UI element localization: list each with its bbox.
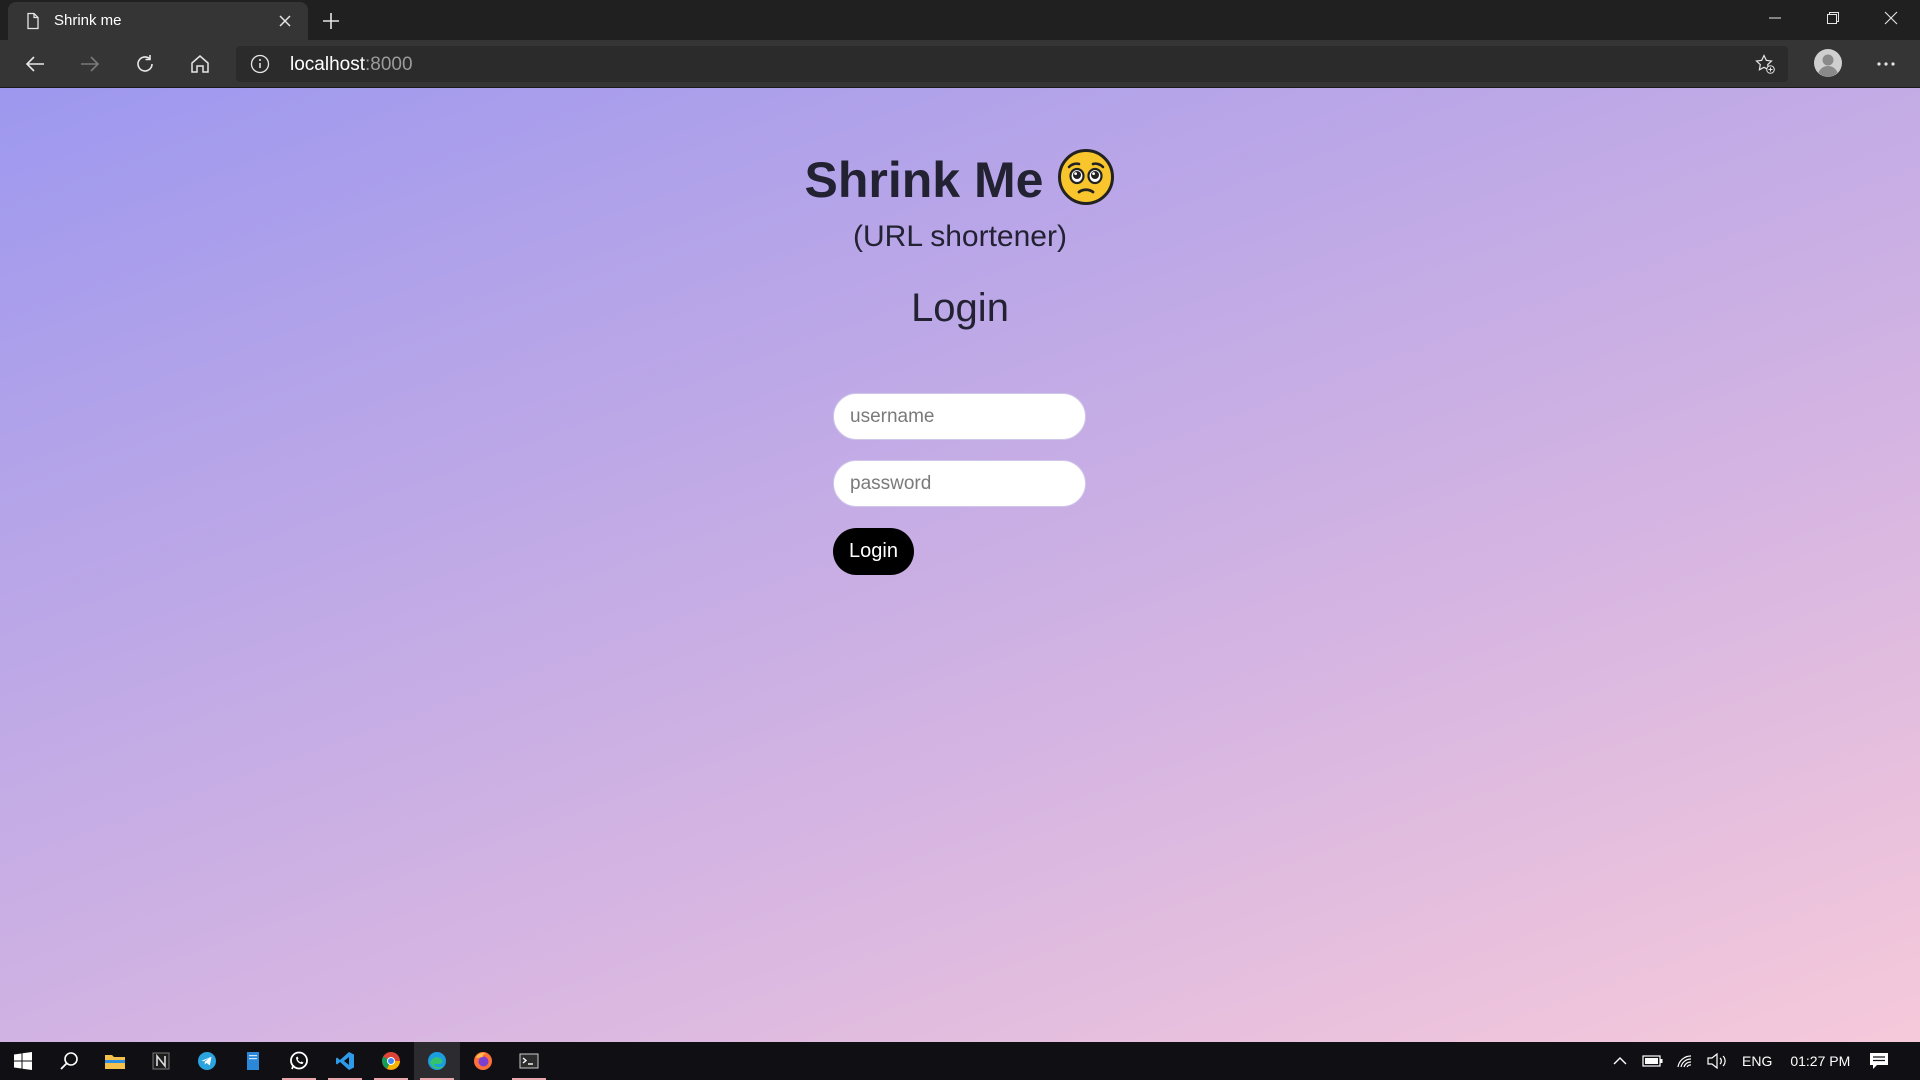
windows-logo-icon [14, 1052, 32, 1070]
taskbar-app-file-explorer[interactable] [92, 1042, 138, 1080]
taskbar-app-edge[interactable] [414, 1042, 460, 1080]
chrome-icon [382, 1052, 400, 1070]
password-input[interactable] [833, 460, 1086, 507]
ellipsis-icon [1877, 62, 1895, 66]
new-tab-icon[interactable] [318, 8, 344, 34]
taskbar-app-firefox[interactable] [460, 1042, 506, 1080]
login-heading: Login [911, 286, 1009, 330]
browser-toolbar: localhost:8000 [0, 40, 1920, 88]
profile-avatar-icon[interactable] [1813, 48, 1843, 78]
refresh-button[interactable] [131, 50, 159, 78]
refresh-icon [137, 55, 153, 72]
clock[interactable]: 01:27 PM [1790, 1053, 1850, 1069]
system-tray: ENG 01:27 PM [1612, 1042, 1850, 1080]
terminal-icon [519, 1053, 539, 1069]
pleading-face-icon [1058, 149, 1115, 205]
telegram-icon [198, 1052, 216, 1070]
browser-tab-strip: Shrink me [0, 0, 1920, 40]
chevron-up-icon[interactable] [1612, 1053, 1628, 1069]
notepad-icon [247, 1052, 259, 1070]
taskbar: ENG 01:27 PM [0, 1042, 1920, 1080]
folder-icon [105, 1055, 125, 1069]
search-icon [60, 1052, 78, 1070]
restore-button[interactable] [1804, 0, 1862, 36]
taskbar-app-chrome[interactable] [368, 1042, 414, 1080]
info-icon[interactable] [250, 54, 270, 74]
page-title: Shrink Me [0, 148, 1920, 209]
login-button[interactable]: Login [833, 528, 914, 575]
browser-tab[interactable]: Shrink me [8, 2, 308, 40]
battery-icon[interactable] [1642, 1054, 1664, 1068]
notion-icon [152, 1052, 170, 1070]
tab-title: Shrink me [54, 12, 122, 29]
language-indicator[interactable]: ENG [1742, 1053, 1772, 1069]
volume-icon[interactable] [1706, 1053, 1728, 1069]
taskbar-app-whatsapp[interactable] [276, 1042, 322, 1080]
home-icon [191, 55, 209, 73]
notifications-button[interactable] [1856, 1042, 1902, 1080]
back-button[interactable] [21, 50, 49, 78]
start-button[interactable] [0, 1042, 46, 1080]
taskbar-app-telegram[interactable] [184, 1042, 230, 1080]
taskbar-app-vscode[interactable] [322, 1042, 368, 1080]
taskbar-app-terminal[interactable] [506, 1042, 552, 1080]
taskbar-search-button[interactable] [46, 1042, 92, 1080]
home-button[interactable] [186, 50, 214, 78]
address-bar[interactable]: localhost:8000 [236, 46, 1788, 82]
page-icon [27, 12, 39, 30]
restore-icon [1827, 12, 1839, 24]
more-menu-button[interactable] [1870, 50, 1902, 78]
app-name: Shrink Me [804, 152, 1044, 208]
close-tab-icon[interactable] [276, 12, 294, 30]
page-subtitle: (URL shortener) [853, 220, 1067, 253]
minimize-button[interactable] [1746, 0, 1804, 36]
page-viewport: Shrink Me (URL shortener) Login Login [0, 88, 1920, 1042]
notification-center-icon [1870, 1053, 1888, 1069]
url-host: localhost [290, 54, 365, 75]
url-text[interactable]: localhost:8000 [290, 54, 413, 76]
window-controls [1746, 0, 1920, 36]
close-icon [1884, 11, 1898, 25]
firefox-icon [474, 1052, 492, 1070]
add-favorite-icon[interactable] [1754, 53, 1776, 75]
username-input[interactable] [833, 393, 1086, 440]
vscode-icon [336, 1052, 354, 1070]
forward-button[interactable] [76, 50, 104, 78]
close-window-button[interactable] [1862, 0, 1920, 36]
edge-icon [428, 1052, 446, 1070]
url-port: :8000 [365, 54, 413, 75]
minimize-icon [1769, 17, 1781, 19]
arrow-right-icon [81, 56, 100, 72]
arrow-left-icon [25, 56, 44, 72]
wifi-icon[interactable] [1676, 1053, 1696, 1069]
whatsapp-icon [290, 1051, 308, 1070]
taskbar-app-notes[interactable] [230, 1042, 276, 1080]
taskbar-app-notion[interactable] [138, 1042, 184, 1080]
